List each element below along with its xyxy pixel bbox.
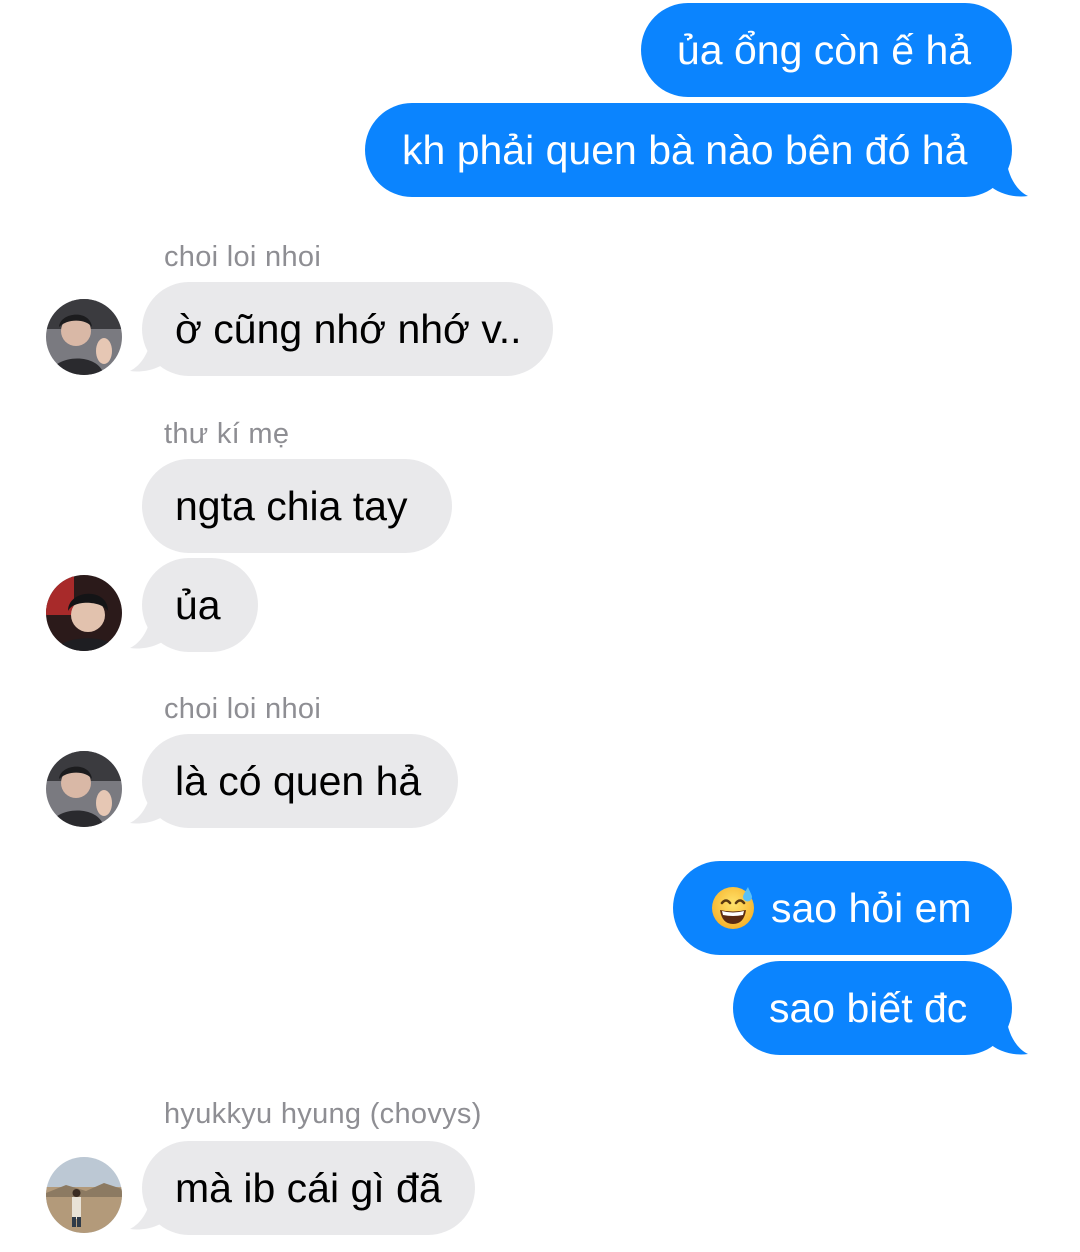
message-text: ờ cũng nhớ nhớ v.. xyxy=(175,306,522,352)
message-bubble-incoming[interactable]: ngta chia tay xyxy=(142,459,452,553)
grinning-face-with-sweat-icon xyxy=(712,887,754,929)
message-text: ngta chia tay xyxy=(175,483,408,529)
message-text: sao hỏi em xyxy=(771,885,972,931)
message-bubble-incoming[interactable]: mà ib cái gì đã xyxy=(142,1141,475,1235)
message-bubble-incoming[interactable]: là có quen hả xyxy=(142,734,458,828)
message-bubble-outgoing[interactable]: kh phải quen bà nào bên đó hả xyxy=(365,103,1012,197)
bubble-tail xyxy=(988,158,1028,197)
message-bubble-outgoing[interactable]: sao hỏi em xyxy=(673,861,1012,955)
message-bubble-incoming[interactable]: ủa xyxy=(142,558,258,652)
avatar[interactable] xyxy=(46,299,122,375)
bubble-tail xyxy=(988,1016,1028,1055)
avatar-photo xyxy=(46,1157,122,1233)
message-text: sao biết đc xyxy=(769,985,968,1031)
avatar[interactable] xyxy=(46,1157,122,1233)
message-text: ủa xyxy=(175,582,221,628)
message-bubble-outgoing[interactable]: sao biết đc xyxy=(733,961,1012,1055)
avatar-photo xyxy=(46,575,122,651)
sender-name: hyukkyu hyung (chovys) xyxy=(164,1098,482,1130)
avatar-photo xyxy=(46,299,122,375)
sender-name: thư kí mẹ xyxy=(164,418,290,450)
message-text: kh phải quen bà nào bên đó hả xyxy=(402,127,968,173)
sender-name: choi loi nhoi xyxy=(164,693,322,725)
message-text: ủa ổng còn ế hả xyxy=(677,27,972,73)
message-text: là có quen hả xyxy=(175,758,422,804)
message-bubble-incoming[interactable]: ờ cũng nhớ nhớ v.. xyxy=(142,282,553,376)
message-bubble-outgoing[interactable]: ủa ổng còn ế hả xyxy=(641,3,1012,97)
avatar[interactable] xyxy=(46,751,122,827)
avatar[interactable] xyxy=(46,575,122,651)
avatar-photo xyxy=(46,751,122,827)
message-text: mà ib cái gì đã xyxy=(175,1165,442,1211)
sender-name: choi loi nhoi xyxy=(164,241,322,273)
